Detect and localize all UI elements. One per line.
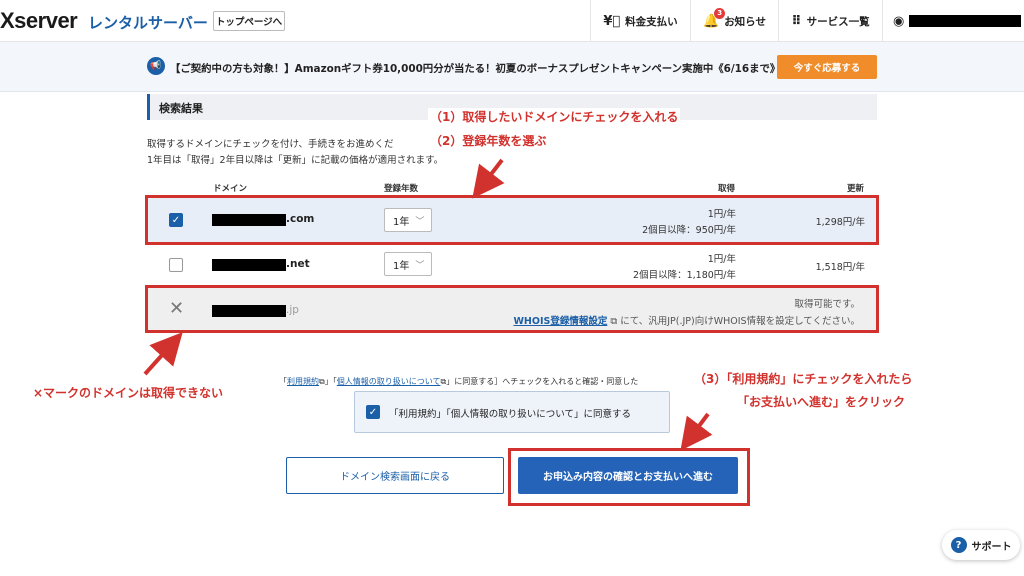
agree-checkbox[interactable]: ✓ <box>366 405 380 419</box>
annotation-step3-line1: （3）「利用規約」にチェックを入れたら <box>692 370 915 387</box>
notice-count-badge: 3 <box>714 7 726 19</box>
years-select-net[interactable]: 1年 ﹀ <box>384 252 432 276</box>
acquire-price-additional: 2個目以降：1,180円/年 <box>633 270 736 281</box>
logo-subtitle[interactable]: レンタルサーバー <box>88 12 208 33</box>
redacted-domain <box>212 259 286 271</box>
support-button[interactable]: ? サポート <box>942 530 1020 560</box>
notices-label: お知らせ <box>724 15 766 28</box>
highlight-box-unavailable-row <box>145 285 879 333</box>
section-title: 検索結果 <box>159 102 203 115</box>
col-header-acquire: 取得 <box>718 184 736 194</box>
years-value: 1年 <box>393 260 410 272</box>
proceed-to-payment-button[interactable]: お申込み内容の確認とお支払いへ進む <box>518 457 738 494</box>
chevron-down-icon: ﹀ <box>415 260 425 271</box>
agree-note-mid: 」「 <box>324 377 337 386</box>
domain-tld: .net <box>286 258 310 270</box>
arrow-to-years <box>472 158 505 199</box>
annotation-step1: （1）取得したいドメインにチェックを入れる <box>428 108 681 125</box>
question-icon: ? <box>950 537 967 553</box>
terms-link[interactable]: 利用規約 <box>287 377 319 386</box>
description-line-2: 1年目は「取得」2年目以降は「更新」に記載の価格が適用されます。 <box>147 155 444 166</box>
services-menu[interactable]: ⠿ サービス一覧 <box>778 0 882 42</box>
yen-icon: ¥⃝ <box>603 13 621 29</box>
renew-price: 1,518円/年 <box>815 262 865 273</box>
col-header-years: 登録年数 <box>384 184 419 194</box>
agree-note-pre: 「 <box>279 377 287 386</box>
back-to-search-button[interactable]: ドメイン検索画面に戻る <box>286 457 504 494</box>
redacted-username <box>909 15 1022 27</box>
arrow-to-x-mark <box>143 332 183 376</box>
annotation-unavailable: ×マークのドメインは取得できない <box>31 384 226 401</box>
services-label: サービス一覧 <box>806 15 870 28</box>
col-header-renew: 更新 <box>847 184 865 194</box>
megaphone-icon: 📢 <box>147 57 165 75</box>
domain-checkbox-net[interactable] <box>169 258 183 272</box>
acquire-price: 1円/年 <box>707 254 736 265</box>
highlight-box-selected-row <box>145 195 879 245</box>
privacy-link[interactable]: 個人情報の取り扱いについて <box>337 377 441 386</box>
col-header-domain: ドメイン <box>213 184 248 194</box>
grid-icon: ⠿ <box>791 13 802 29</box>
payment-menu[interactable]: ¥⃝ 料金支払い <box>590 0 690 42</box>
arrow-to-proceed <box>680 412 713 451</box>
payment-label: 料金支払い <box>625 15 678 28</box>
bell-icon: 🔔 3 <box>703 7 726 29</box>
annotation-step3-line2: 「お支払いへ進む」をクリック <box>735 393 908 410</box>
banner-text[interactable]: 【ご契約中の方も対象！】Amazonギフト券10,000円分が当たる！初夏のボー… <box>170 60 780 75</box>
agree-label[interactable]: 「利用規約」「個人情報の取り扱いについて」に同意する <box>389 406 631 420</box>
user-icon: ◉ <box>893 13 905 29</box>
top-page-button[interactable]: トップページへ <box>213 11 285 31</box>
support-label: サポート <box>971 541 1012 553</box>
user-menu[interactable]: ◉ <box>882 0 1024 42</box>
description-line-1: 取得するドメインにチェックを付け、手続きをお進めくだ <box>147 139 394 150</box>
agreement-note: 「利用規約⧉」「個人情報の取り扱いについて⧉」に同意する］へチェックを入れると確… <box>279 376 638 387</box>
apply-now-button[interactable]: 今すぐ応募する <box>777 55 877 79</box>
annotation-step2: （2）登録年数を選ぶ <box>428 132 549 149</box>
xserver-logo[interactable]: Xserver <box>0 8 78 34</box>
agree-note-post: 」に同意する］へチェックを入れると確認・同意した <box>446 377 639 386</box>
notices-menu[interactable]: 🔔 3 お知らせ <box>690 0 778 42</box>
